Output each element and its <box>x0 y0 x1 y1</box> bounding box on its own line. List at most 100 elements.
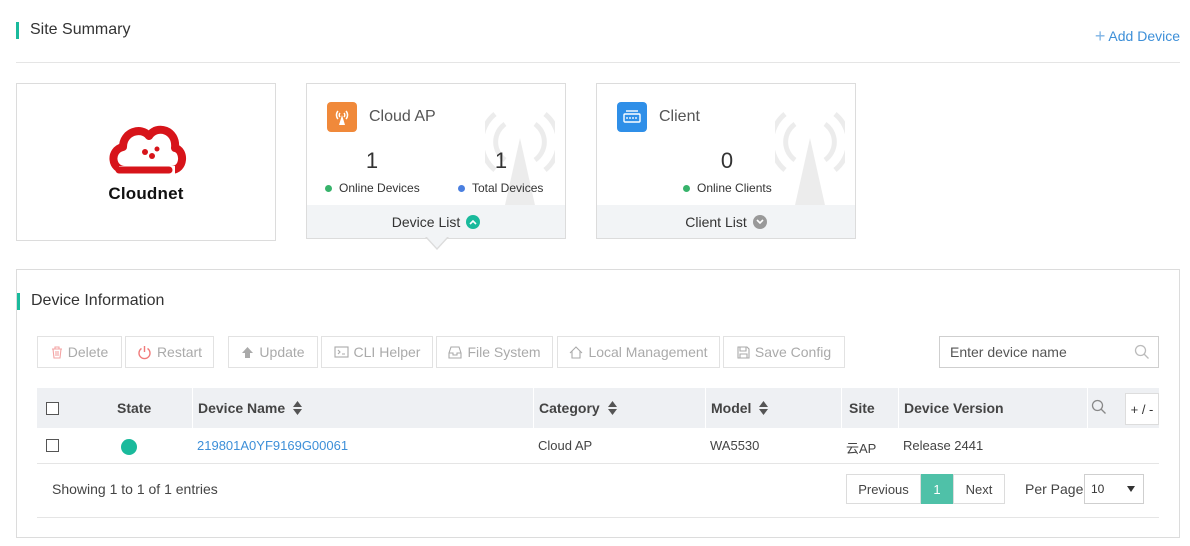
select-all-checkbox[interactable] <box>46 402 59 415</box>
cloud-ap-header: Cloud AP <box>327 102 436 132</box>
device-list-label: Device List <box>391 213 461 230</box>
entries-info: Showing 1 to 1 of 1 entries <box>52 481 218 497</box>
column-separator <box>898 388 899 428</box>
update-label: Update <box>259 344 305 360</box>
device-name-link[interactable]: 219801A0YF9169G00061 <box>197 438 348 453</box>
search-icon[interactable] <box>1134 344 1150 363</box>
column-search-icon[interactable] <box>1091 399 1107 418</box>
delete-button[interactable]: Delete <box>37 336 122 368</box>
online-devices-label: Online Devices <box>325 181 420 195</box>
cli-helper-label: CLI Helper <box>353 344 421 360</box>
table-row[interactable]: 219801A0YF9169G00061 Cloud AP WA5530 云AP… <box>37 428 1159 464</box>
previous-page-button[interactable]: Previous <box>846 474 921 504</box>
online-clients-count: 0 <box>720 148 734 173</box>
cloud-ap-title: Cloud AP <box>369 108 436 125</box>
online-dot-icon <box>683 184 690 192</box>
add-device-button[interactable]: + Add Device <box>1094 26 1180 46</box>
pagination: Previous 1 Next <box>846 474 1005 504</box>
chevron-down-icon <box>752 214 767 229</box>
site-summary-title: Site Summary <box>16 21 130 39</box>
device-version: Release 2441 <box>903 438 984 453</box>
online-devices-count: 1 <box>365 148 379 173</box>
antenna-watermark-icon <box>775 112 845 214</box>
column-state: State <box>117 400 152 416</box>
save-config-label: Save Config <box>754 344 832 360</box>
page-1-button[interactable]: 1 <box>921 474 953 504</box>
total-devices-text: Total Devices <box>472 181 544 195</box>
column-separator <box>192 388 193 428</box>
card-pointer <box>425 236 449 250</box>
power-icon <box>137 345 152 360</box>
plus-icon: + <box>1094 26 1106 46</box>
save-config-button[interactable]: Save Config <box>723 336 845 368</box>
delete-label: Delete <box>67 344 109 360</box>
column-separator <box>533 388 534 428</box>
cli-helper-button[interactable]: CLI Helper <box>321 336 433 368</box>
device-table: State Device Name Category Model Site De… <box>37 388 1159 464</box>
trash-icon <box>51 345 63 359</box>
file-system-label: File System <box>467 344 541 360</box>
local-management-label: Local Management <box>588 344 708 360</box>
brand-name: Cloudnet <box>108 184 184 203</box>
table-header: State Device Name Category Model Site De… <box>37 388 1159 428</box>
row-checkbox[interactable] <box>46 439 59 452</box>
total-dot-icon <box>458 184 465 192</box>
total-devices-label: Total Devices <box>458 181 543 195</box>
sort-icon <box>607 401 617 415</box>
column-model[interactable]: Model <box>711 400 769 416</box>
device-search-box <box>939 336 1159 368</box>
chevron-up-icon <box>466 214 481 229</box>
restart-button[interactable]: Restart <box>125 336 214 368</box>
column-separator <box>705 388 706 428</box>
client-header: Client <box>617 102 700 132</box>
device-site: 云AP <box>846 441 877 456</box>
save-disk-icon <box>737 345 750 359</box>
device-search-input[interactable] <box>940 344 1120 360</box>
online-dot-icon <box>325 184 332 192</box>
per-page-select[interactable]: 10 <box>1084 474 1144 504</box>
column-site: Site <box>849 400 875 416</box>
divider <box>16 62 1180 63</box>
column-separator <box>841 388 842 428</box>
column-separator <box>1087 388 1088 428</box>
column-category-label: Category <box>539 400 600 416</box>
inbox-icon <box>448 345 462 359</box>
client-list-toggle[interactable]: Client List <box>597 205 855 238</box>
client-list-label: Client List <box>685 213 747 230</box>
client-card: Client 0 Online Clients Client List <box>596 83 856 239</box>
online-clients-text: Online Clients <box>697 181 772 195</box>
upload-arrow-icon <box>241 346 254 359</box>
site-summary-label: Site Summary <box>30 21 131 38</box>
column-model-label: Model <box>711 400 752 416</box>
online-state-icon <box>121 439 137 455</box>
column-category[interactable]: Category <box>539 400 617 416</box>
home-icon <box>569 345 583 359</box>
column-device-name[interactable]: Device Name <box>198 400 303 416</box>
next-page-button[interactable]: Next <box>953 474 1005 504</box>
sort-icon <box>759 401 769 415</box>
online-clients-label: Online Clients <box>683 181 772 195</box>
device-category: Cloud AP <box>538 438 593 453</box>
device-information-title: Device Information <box>17 292 164 310</box>
add-device-label: Add Device <box>1108 28 1180 44</box>
device-list-toggle[interactable]: Device List <box>307 205 565 238</box>
device-information-panel: Device Information Delete Restart Update… <box>16 269 1180 538</box>
local-management-button[interactable]: Local Management <box>557 336 720 368</box>
restart-label: Restart <box>156 344 203 360</box>
table-footer: Showing 1 to 1 of 1 entries Previous 1 N… <box>37 466 1159 518</box>
terminal-icon <box>333 346 349 358</box>
cloud-ap-card: Cloud AP 1 1 Online Devices Total Device… <box>306 83 566 239</box>
title-accent-bar <box>16 21 19 39</box>
device-information-label: Device Information <box>31 292 165 309</box>
column-toggle-button[interactable]: + / - <box>1125 393 1159 425</box>
title-accent-bar <box>17 292 20 310</box>
per-page-value: 10 <box>1091 482 1105 496</box>
device-model: WA5530 <box>710 438 760 453</box>
file-system-button[interactable]: File System <box>436 336 553 368</box>
column-device-version: Device Version <box>904 400 1004 416</box>
update-button[interactable]: Update <box>228 336 318 368</box>
online-devices-text: Online Devices <box>339 181 420 195</box>
client-title: Client <box>659 108 700 125</box>
logo-card: Cloudnet <box>16 83 276 241</box>
client-device-icon <box>617 102 647 132</box>
